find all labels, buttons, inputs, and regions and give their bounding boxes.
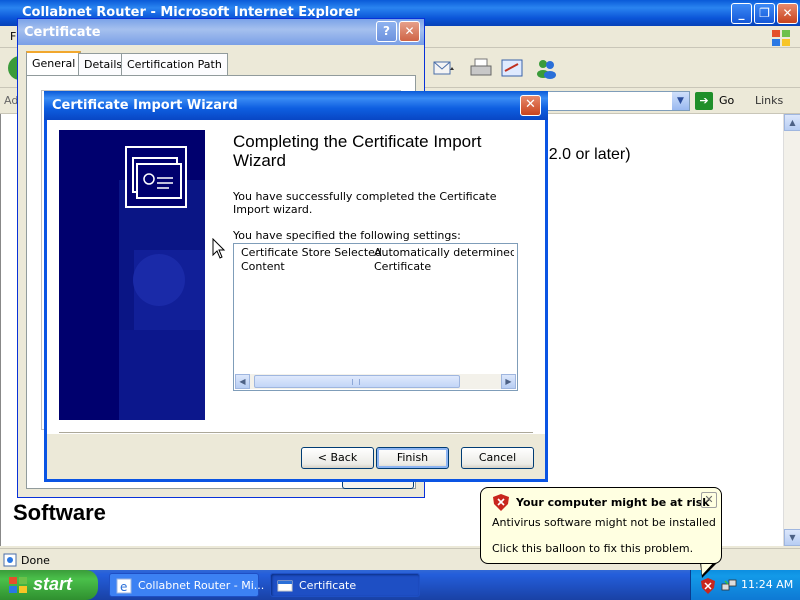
security-shield-icon [493, 494, 509, 511]
balloon-close-icon[interactable]: ✕ [701, 492, 717, 508]
scroll-down-icon[interactable]: ▼ [784, 529, 800, 546]
setting-key: Content [241, 260, 285, 273]
taskbar: start e Collabnet Router - Mi... Certifi… [0, 570, 800, 600]
certificate-close-button[interactable]: ✕ [399, 21, 420, 42]
go-arrow-icon: ➔ [695, 92, 713, 110]
wizard-footer: < Back Finish Cancel [47, 434, 545, 479]
windows-logo-icon [9, 577, 27, 593]
go-label: Go [719, 94, 735, 107]
security-balloon[interactable]: Your computer might be at risk ✕ Antivir… [480, 487, 722, 564]
settings-label: You have specified the following setting… [233, 229, 461, 242]
minimize-button[interactable]: _ [731, 3, 752, 24]
tab-certification-path[interactable]: Certification Path [121, 53, 228, 75]
help-button[interactable]: ? [376, 21, 397, 42]
horizontal-scrollbar[interactable]: ◀ ▶ [235, 374, 516, 389]
start-label: start [33, 574, 73, 594]
links-button[interactable]: Links [755, 94, 783, 107]
security-shield-icon[interactable] [701, 578, 715, 594]
certificate-title-bar[interactable]: Certificate ? ✕ [18, 19, 424, 45]
address-dropdown-icon[interactable]: ▼ [672, 92, 689, 110]
scroll-left-icon[interactable]: ◀ [235, 374, 250, 389]
maximize-button[interactable]: ❐ [754, 3, 775, 24]
status-text: Done [21, 554, 50, 567]
print-icon[interactable] [469, 56, 493, 80]
cancel-button[interactable]: Cancel [461, 447, 534, 469]
wizard-message: You have successfully completed the Cert… [233, 190, 497, 216]
start-button[interactable]: start [0, 570, 98, 600]
balloon-title: Your computer might be at risk [516, 496, 710, 509]
task-label: Certificate [299, 579, 357, 592]
wizard-banner [59, 130, 205, 420]
clock[interactable]: 11:24 AM [741, 578, 793, 591]
wizard-title-bar[interactable]: Certificate Import Wizard ✕ [44, 91, 548, 120]
menu-item-file[interactable]: F [10, 30, 16, 43]
back-button[interactable]: < Back [301, 447, 374, 469]
scroll-thumb[interactable] [254, 375, 460, 388]
setting-key: Certificate Store Selected [241, 246, 382, 259]
go-button[interactable]: ➔ Go [695, 92, 745, 110]
mouse-cursor-icon [212, 238, 226, 259]
balloon-action-text[interactable]: Click this balloon to fix this problem. [492, 542, 693, 555]
vertical-scrollbar[interactable]: ▲ ▼ [783, 114, 800, 546]
scroll-right-icon[interactable]: ▶ [501, 374, 516, 389]
certificate-icon [125, 146, 187, 208]
balloon-message: Antivirus software might not be installe… [492, 516, 716, 529]
windows-flag-icon [772, 30, 790, 46]
messenger-icon[interactable] [534, 56, 558, 80]
setting-value: Certificate [374, 260, 432, 273]
edit-icon[interactable] [500, 56, 524, 80]
mail-icon[interactable] [432, 56, 456, 80]
ie-icon: e [116, 578, 132, 594]
wizard-close-button[interactable]: ✕ [520, 95, 541, 116]
svg-text:e: e [120, 580, 127, 594]
import-wizard-dialog: Certificate Import Wizard ✕ Completing t… [44, 91, 548, 482]
wizard-title: Certificate Import Wizard [52, 98, 238, 113]
task-label: Collabnet Router - Mi... [138, 579, 265, 592]
page-done-icon [3, 553, 17, 567]
task-ie[interactable]: e Collabnet Router - Mi... [109, 573, 264, 597]
certificate-title: Certificate [24, 25, 101, 40]
settings-list[interactable]: Certificate Store Selected Automatically… [233, 243, 518, 391]
network-icon[interactable] [721, 578, 737, 592]
software-heading: Software [13, 500, 106, 525]
grip-icon [352, 379, 360, 385]
window-icon [277, 580, 293, 592]
scroll-up-icon[interactable]: ▲ [784, 114, 800, 131]
wizard-body: Completing the Certificate Import Wizard… [47, 120, 545, 479]
tab-general[interactable]: General [26, 51, 82, 75]
ie-close-button[interactable]: ✕ [777, 3, 798, 24]
task-certificate[interactable]: Certificate [270, 573, 420, 597]
wizard-heading: Completing the Certificate Import Wizard [233, 132, 482, 170]
finish-button[interactable]: Finish [376, 447, 449, 469]
setting-value: Automatically determined by t [374, 246, 514, 259]
